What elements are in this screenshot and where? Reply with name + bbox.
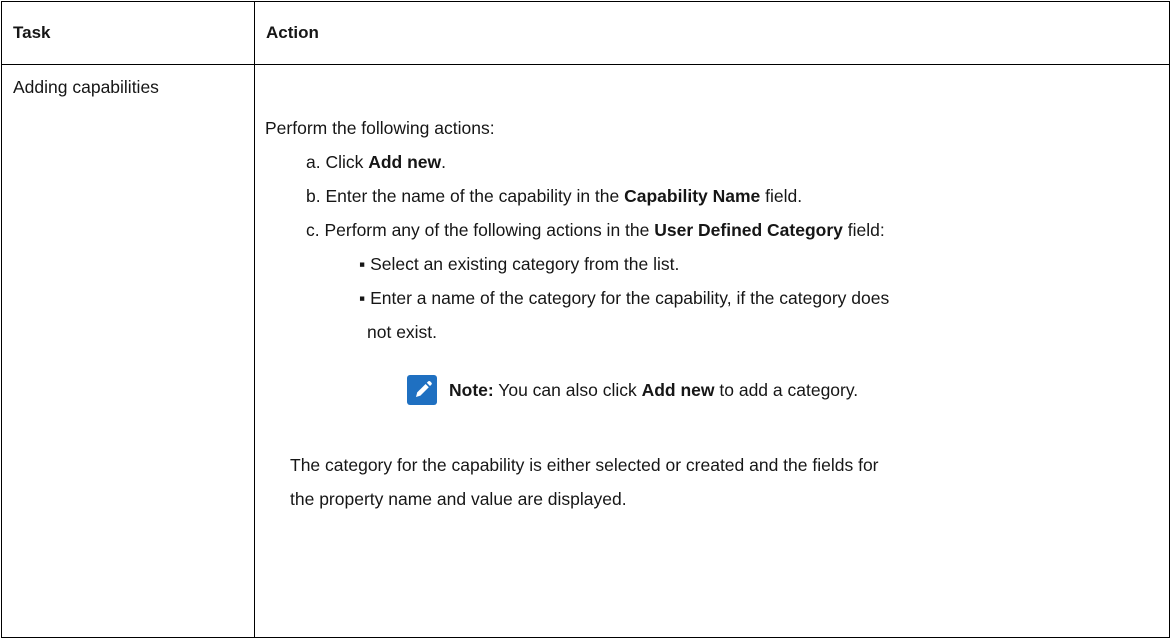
bullet-item-2-line1: ▪ Enter a name of the category for the c… — [359, 288, 890, 308]
task-cell: Adding capabilities — [1, 64, 255, 638]
header-task: Task — [1, 1, 255, 65]
result-line-2: the property name and value are displaye… — [290, 489, 627, 509]
header-action: Action — [254, 1, 1170, 65]
bullet-item-2-line2: not exist. — [367, 322, 438, 342]
step-b-bold: Capability Name — [624, 186, 761, 206]
result-line-1: The category for the capability is eithe… — [290, 455, 879, 475]
note-text: Note: You can also click Add new to add … — [449, 378, 858, 402]
step-c-prefix: c. Perform any of the following actions … — [306, 220, 655, 240]
step-b-prefix: b. Enter the name of the capability in t… — [306, 186, 625, 206]
pencil-note-icon — [407, 375, 437, 405]
table-header-row: Task Action — [1, 1, 1170, 65]
step-c-suffix: field: — [842, 220, 885, 240]
step-a: a. Click Add new. — [306, 150, 446, 174]
action-cell: Perform the following actions: a. Click … — [254, 64, 1170, 638]
step-a-suffix: . — [441, 152, 447, 172]
note-text-before: You can also click — [493, 380, 642, 400]
task-action-table: Task Action Adding capabilities Perform … — [1, 1, 1170, 638]
table-row: Adding capabilities Perform the followin… — [1, 64, 1170, 638]
step-c-bold: User Defined Category — [654, 220, 843, 240]
note-bold: Add new — [641, 380, 715, 400]
bullet-item-1: ▪ Select an existing category from the l… — [359, 254, 680, 274]
step-b: b. Enter the name of the capability in t… — [306, 184, 802, 208]
intro-text: Perform the following actions: — [265, 118, 495, 138]
step-a-prefix: a. Click — [306, 152, 369, 172]
step-c: c. Perform any of the following actions … — [306, 218, 885, 242]
step-a-bold: Add new — [368, 152, 442, 172]
note-label: Note: — [449, 380, 494, 400]
note-text-after: to add a category. — [714, 380, 859, 400]
step-b-suffix: field. — [760, 186, 803, 206]
